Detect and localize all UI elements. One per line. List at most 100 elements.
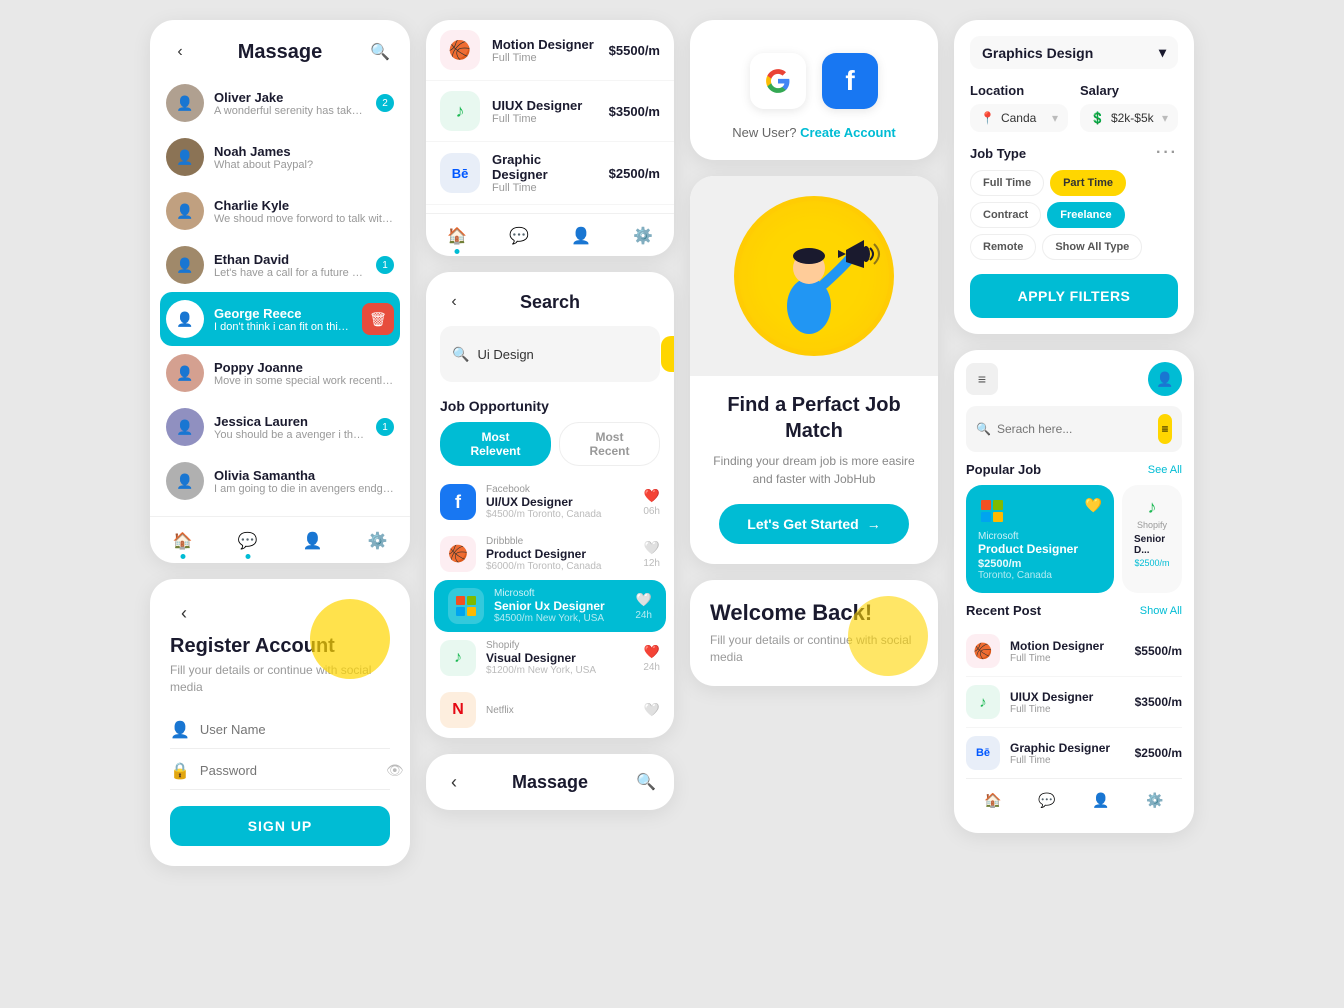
profile-nav-icon[interactable]: 👤 <box>1088 787 1114 813</box>
facebook-login-button[interactable]: f <box>822 53 878 109</box>
category-dropdown[interactable]: Graphics Design ▾ <box>970 36 1178 69</box>
settings-nav-icon[interactable]: ⚙️ <box>364 527 392 555</box>
chat-info: Olivia Samantha I am going to die in ave… <box>214 468 394 495</box>
popular-job-card-shopify[interactable]: ♪ Shopify Senior D... $2500/m <box>1122 485 1182 593</box>
username-input[interactable] <box>200 722 390 737</box>
back-button[interactable]: ‹ <box>166 38 194 66</box>
apply-filters-button[interactable]: APPLY FILTERS <box>970 274 1178 318</box>
job-salary: $5500/m <box>1135 644 1182 658</box>
job-salary: $3500/m <box>609 104 660 119</box>
job-list-item[interactable]: 🏀 Motion Designer Full Time $5500/m <box>426 20 674 81</box>
spotify-logo: ♪ <box>966 685 1000 719</box>
chat-nav-icon[interactable]: 💬 <box>1034 787 1060 813</box>
create-account-link[interactable]: Create Account <box>800 125 896 140</box>
chat-item[interactable]: 👤 Jessica Lauren You should be a avenger… <box>160 400 400 454</box>
job-type: Full Time <box>1010 653 1125 664</box>
column-2: 🏀 Motion Designer Full Time $5500/m ♪ UI… <box>426 20 674 810</box>
full-time-tag[interactable]: Full Time <box>970 170 1044 196</box>
job-list-item[interactable]: ♪ UIUX Designer Full Time $3500/m <box>426 81 674 142</box>
search-button[interactable]: 🔍 <box>632 768 660 796</box>
username-field: 👤 <box>170 712 390 749</box>
chat-preview: Move in some special work recently so... <box>214 375 394 387</box>
heart-icon[interactable]: ❤️ <box>644 488 660 504</box>
lock-icon: 🔒 <box>170 761 190 781</box>
search-job-item[interactable]: N Netflix 🤍 <box>426 684 674 738</box>
filter-icon[interactable]: ≡ <box>966 363 998 395</box>
chat-preview: Let's have a call for a future projects.… <box>214 267 366 279</box>
remote-tag[interactable]: Remote <box>970 234 1036 260</box>
show-all-tag[interactable]: Show All Type <box>1042 234 1142 260</box>
job-salary: $2500/m <box>978 558 1102 570</box>
more-options-icon[interactable]: ··· <box>1156 144 1178 162</box>
see-all-link[interactable]: See All <box>1148 464 1182 476</box>
massage-screen-2: ‹ Massage 🔍 <box>426 754 674 810</box>
home-nav-icon[interactable]: 🏠 <box>980 787 1006 813</box>
recent-job-item[interactable]: ♪ UIUX Designer Full Time $3500/m <box>966 677 1182 728</box>
hero-content: Find a Perfact Job Match Finding your dr… <box>690 376 938 564</box>
salary-select[interactable]: 💲 $2k-$5k ▾ <box>1080 104 1178 132</box>
freelance-tag[interactable]: Freelance <box>1047 202 1124 228</box>
chat-item[interactable]: 👤 Noah James What about Paypal? <box>160 130 400 184</box>
avatar: 👤 <box>166 138 204 176</box>
recent-job-item[interactable]: Bē Graphic Designer Full Time $2500/m <box>966 728 1182 778</box>
chat-name: Noah James <box>214 144 394 159</box>
search-job-item[interactable]: f Facebook UI/UX Designer $4500/m Toront… <box>426 476 674 528</box>
chat-item[interactable]: 👤 Ethan David Let's have a call for a fu… <box>160 238 400 292</box>
chat-item[interactable]: 👤 Olivia Samantha I am going to die in a… <box>160 454 400 508</box>
contract-tag[interactable]: Contract <box>970 202 1041 228</box>
eye-icon[interactable]: 👁 <box>386 762 404 779</box>
heart-icon[interactable]: 🤍 <box>644 702 660 718</box>
filter-button[interactable]: ≡ <box>1158 414 1172 444</box>
massage-header: ‹ Massage 🔍 <box>150 20 410 76</box>
search-job-item-highlighted[interactable]: Microsoft Senior Ux Designer $4500/m New… <box>434 580 666 632</box>
heart-icon[interactable]: ❤️ <box>644 644 660 660</box>
profile-nav-icon[interactable]: 👤 <box>567 222 595 250</box>
chat-info: George Reece I don't think i can fit on … <box>214 306 352 333</box>
heart-icon[interactable]: 🤍 <box>636 592 652 608</box>
search-button[interactable]: 🔍 <box>366 38 394 66</box>
back-button[interactable]: ‹ <box>440 768 468 796</box>
most-recent-tab[interactable]: Most Recent <box>559 422 660 466</box>
chat-preview: A wonderful serenity has taken... <box>214 105 366 117</box>
back-button[interactable]: ‹ <box>440 288 468 316</box>
profile-nav-icon[interactable]: 👤 <box>299 527 327 555</box>
home-nav-icon[interactable]: 🏠 <box>443 222 471 250</box>
back-button[interactable]: ‹ <box>170 599 198 627</box>
chat-nav-icon[interactable]: 💬 <box>234 527 262 555</box>
search-job-item[interactable]: 🏀 Dribbble Product Designer $6000/m Toro… <box>426 528 674 580</box>
location-select[interactable]: 📍 Canda ▾ <box>970 104 1068 132</box>
settings-nav-icon[interactable]: ⚙️ <box>1142 787 1168 813</box>
jsc-search-input[interactable] <box>997 422 1152 436</box>
chat-name: Charlie Kyle <box>214 198 394 213</box>
show-all-link[interactable]: Show All <box>1140 605 1182 617</box>
chat-item[interactable]: 👤 Oliver Jake A wonderful serenity has t… <box>160 76 400 130</box>
microsoft-logo <box>448 588 484 624</box>
job-type-tags: Full Time Part Time Contract Freelance R… <box>970 170 1178 260</box>
new-user-text: New User? Create Account <box>732 125 896 140</box>
massage-title: Massage <box>238 41 323 64</box>
password-input[interactable] <box>200 763 376 778</box>
filter-button[interactable]: ≡ <box>661 336 674 372</box>
heart-icon[interactable]: 💛 <box>1085 497 1102 514</box>
job-list-item[interactable]: Bē Graphic Designer Full Time $2500/m <box>426 142 674 205</box>
job-type-label: Job Type ··· <box>970 144 1178 162</box>
search-job-item[interactable]: ♪ Shopify Visual Designer $1200/m New Yo… <box>426 632 674 684</box>
part-time-tag[interactable]: Part Time <box>1050 170 1126 196</box>
google-login-button[interactable] <box>750 53 806 109</box>
settings-nav-icon[interactable]: ⚙️ <box>629 222 657 250</box>
heart-icon[interactable]: 🤍 <box>644 540 660 556</box>
most-relevent-tab[interactable]: Most Relevent <box>440 422 551 466</box>
chat-item[interactable]: 👤 Charlie Kyle We shoud move forword to … <box>160 184 400 238</box>
chat-item[interactable]: 👤 Poppy Joanne Move in some special work… <box>160 346 400 400</box>
salary-label: Salary <box>1080 83 1178 98</box>
signup-button[interactable]: SIGN UP <box>170 806 390 846</box>
chat-item-active[interactable]: 👤 George Reece I don't think i can fit o… <box>160 292 400 346</box>
get-started-button[interactable]: Let's Get Started → <box>719 504 908 544</box>
chat-nav-icon[interactable]: 💬 <box>505 222 533 250</box>
popular-job-card-microsoft[interactable]: 💛 Microsoft Product Designer $2500/m Tor… <box>966 485 1114 593</box>
home-nav-icon[interactable]: 🏠 <box>169 527 197 555</box>
search-input[interactable] <box>477 347 653 362</box>
yellow-blob-decoration <box>848 596 928 676</box>
recent-job-item[interactable]: 🏀 Motion Designer Full Time $5500/m <box>966 626 1182 677</box>
delete-button[interactable]: 🗑 <box>362 303 394 335</box>
